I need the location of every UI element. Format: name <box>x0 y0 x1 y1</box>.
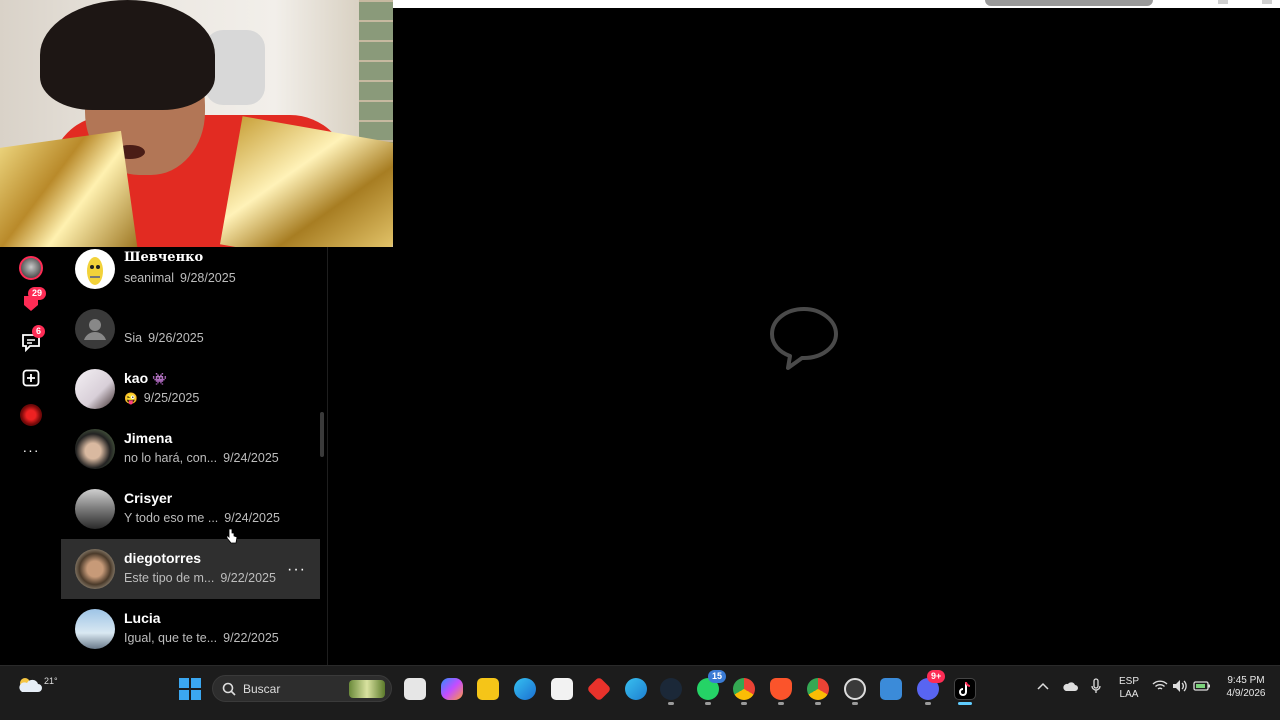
more-icon[interactable]: ··· <box>18 437 44 463</box>
panel-divider <box>327 247 328 665</box>
windows-taskbar: 21° Buscar 15 9+ ESP LAA 9:45 PM 4/9/202… <box>0 665 1280 720</box>
conversation-row[interactable]: Шевченко seanimal 9/28/2025 <box>61 247 320 299</box>
notepad-icon[interactable] <box>880 678 902 700</box>
chrome-profile-icon[interactable] <box>807 678 829 700</box>
conversation-name: Crisyer <box>124 490 173 506</box>
task-view-icon[interactable] <box>404 678 426 700</box>
conversation-preview: no lo hará, con... 9/24/2025 <box>124 451 279 465</box>
conversation-preview: Igual, que te te... 9/22/2025 <box>124 631 279 645</box>
notifications-icon[interactable]: 29 <box>18 287 47 316</box>
more-options-icon[interactable]: ··· <box>287 561 306 579</box>
store-icon[interactable] <box>551 678 573 700</box>
webcam-overlay <box>0 0 393 247</box>
running-indicator <box>668 702 674 705</box>
running-indicator <box>852 702 858 705</box>
running-indicator <box>925 702 931 705</box>
onedrive-cloud-icon[interactable] <box>1062 680 1078 692</box>
left-nav-rail: 29 6 ··· <box>0 247 61 665</box>
running-indicator <box>815 702 821 705</box>
conversation-preview: 😜 9/25/2025 <box>124 391 200 405</box>
avatar <box>75 249 115 289</box>
conversation-name: Шевченко <box>124 250 204 265</box>
conversation-name: kao 👾 <box>124 370 167 386</box>
discord-badge: 9+ <box>927 670 946 683</box>
weather-widget[interactable]: 21° <box>16 674 58 701</box>
weather-cloud-icon <box>19 678 42 692</box>
steam-icon[interactable] <box>660 678 682 700</box>
conversation-name: Lucia <box>124 610 161 626</box>
avatar <box>75 549 115 589</box>
avatar <box>75 609 115 649</box>
red-app-icon[interactable] <box>586 676 612 702</box>
conversation-preview: seanimal 9/28/2025 <box>124 271 236 285</box>
messages-badge: 6 <box>32 325 46 338</box>
conversation-name: diegotorres <box>124 550 202 566</box>
conversation-row[interactable]: diegotorres Este tipo de m... 9/22/2025 ·… <box>61 539 320 599</box>
conversation-list: Шевченко seanimal 9/28/2025 Sia 9/26/2025 … <box>61 247 320 665</box>
running-indicator <box>778 702 784 705</box>
wifi-icon[interactable] <box>1152 680 1168 692</box>
language-indicator[interactable]: ESP LAA <box>1116 675 1142 701</box>
search-icon <box>222 682 236 696</box>
conversation-row[interactable]: Jimena no lo hará, con... 9/24/2025 <box>61 419 320 479</box>
battery-icon[interactable] <box>1193 680 1211 692</box>
search-highlight-image <box>349 680 385 698</box>
empty-chat-bubble-icon <box>768 303 840 375</box>
upload-icon[interactable] <box>18 365 44 391</box>
volume-icon[interactable] <box>1172 679 1188 693</box>
default-avatar-icon <box>75 309 115 349</box>
window-control[interactable] <box>1218 0 1228 4</box>
messages-icon[interactable]: 6 <box>18 325 46 355</box>
avatar <box>75 489 115 529</box>
obs-icon[interactable] <box>844 678 866 700</box>
notifications-badge: 29 <box>28 287 47 300</box>
chrome-icon[interactable] <box>733 678 755 700</box>
conversation-row[interactable]: kao 👾 😜 9/25/2025 <box>61 359 320 419</box>
conversation-row[interactable]: Lucia Igual, que te te... 9/22/2025 <box>61 599 320 659</box>
conversation-row[interactable]: Crisyer Y todo eso me ... 9/24/2025 <box>61 479 320 539</box>
microphone-icon[interactable] <box>1091 678 1101 694</box>
edge-icon[interactable] <box>514 678 536 700</box>
whatsapp-icon[interactable]: 15 <box>697 670 727 700</box>
discord-icon[interactable]: 9+ <box>917 670 946 700</box>
running-indicator <box>741 702 747 705</box>
running-indicator <box>705 702 711 705</box>
windows-start-icon[interactable] <box>179 678 201 700</box>
conversation-row[interactable]: Sia 9/26/2025 <box>61 299 320 359</box>
chevron-up-icon[interactable] <box>1037 681 1049 691</box>
taskbar-search[interactable]: Buscar <box>212 675 392 702</box>
active-indicator <box>958 702 972 705</box>
live-avatar[interactable] <box>18 402 44 428</box>
conversation-name: Jimena <box>124 430 173 446</box>
conversation-preview: Este tipo de m... 9/22/2025 <box>124 571 276 585</box>
profile-avatar[interactable] <box>18 255 44 281</box>
browser-tab-pill[interactable] <box>985 0 1153 6</box>
tiktok-icon[interactable] <box>954 678 976 700</box>
blue-app-icon[interactable] <box>625 678 647 700</box>
hand-cursor-icon <box>226 528 238 544</box>
avatar <box>75 369 115 409</box>
window-control[interactable] <box>1262 0 1272 4</box>
list-scrollbar[interactable] <box>320 412 324 457</box>
file-explorer-icon[interactable] <box>477 678 499 700</box>
clock[interactable]: 9:45 PM 4/9/2026 <box>1221 674 1271 700</box>
conversation-preview: Y todo eso me ... 9/24/2025 <box>124 511 280 525</box>
whatsapp-badge: 15 <box>708 670 727 683</box>
avatar <box>75 429 115 469</box>
copilot-icon[interactable] <box>441 678 463 700</box>
conversation-preview: Sia 9/26/2025 <box>124 331 204 345</box>
brave-icon[interactable] <box>770 678 792 700</box>
